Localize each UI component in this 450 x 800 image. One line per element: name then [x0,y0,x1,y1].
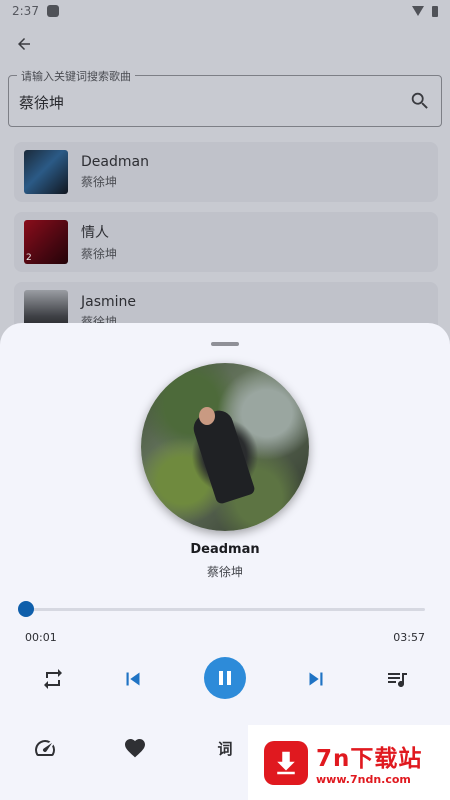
song-artist: 蔡徐坤 [81,175,118,189]
list-item[interactable]: 2 情人 蔡徐坤 [14,212,438,272]
download-icon [264,740,308,785]
search-button[interactable] [409,90,431,112]
list-item[interactable]: Deadman 蔡徐坤 [14,142,438,202]
now-playing-artist: 蔡徐坤 [206,565,243,579]
search-field-label: 请输入关键词搜索歌曲 [17,68,135,84]
album-art [141,363,309,531]
watermark-url: www.7ndn.com [316,773,411,786]
lyrics-button[interactable]: 词 [212,735,238,761]
skip-next-icon [309,672,323,686]
favorite-button[interactable] [122,735,148,761]
repeat-icon [44,669,62,689]
pause-button[interactable] [204,657,246,699]
song-cover-image [24,150,68,194]
pause-icon [219,671,231,685]
battery-icon [432,5,438,17]
song-cover-image: 2 [24,220,68,264]
elapsed-time: 00:01 [25,631,57,644]
speed-icon [35,740,55,756]
skip-previous-icon [126,672,140,686]
progress-slider[interactable] [26,608,425,611]
repeat-button[interactable] [40,666,66,692]
status-time: 2:37 [12,4,39,18]
heart-icon [125,739,145,758]
wifi-icon [412,6,424,16]
song-title: Jasmine [81,294,137,310]
search-icon [411,92,428,109]
total-duration: 03:57 [393,631,425,644]
sheet-drag-handle[interactable] [211,342,239,346]
song-artist: 蔡徐坤 [81,247,118,261]
search-input[interactable]: 蔡徐坤 [19,92,64,113]
back-button[interactable] [12,32,36,56]
now-playing-title: Deadman [190,542,260,557]
playback-speed-button[interactable] [32,735,58,761]
progress-thumb[interactable] [18,601,34,617]
app-notification-icon [46,5,59,17]
search-field[interactable]: 请输入关键词搜索歌曲 蔡徐坤 [8,68,442,127]
watermark-title: 7n下载站 [316,746,423,772]
search-results-list: Deadman 蔡徐坤 2 情人 蔡徐坤 Jasmine 蔡徐坤 [14,142,438,352]
next-track-button[interactable] [303,666,329,692]
watermark-logo: 7n下载站 www.7ndn.com [248,725,450,800]
song-title: Deadman [81,154,149,170]
arrow-back-icon [18,38,30,50]
previous-track-button[interactable] [120,666,146,692]
playlist-button[interactable] [384,666,410,692]
queue-music-icon [388,673,407,687]
status-bar: 2:37 [0,0,450,22]
song-title: 情人 [81,225,109,241]
cover-badge: 2 [26,253,32,263]
